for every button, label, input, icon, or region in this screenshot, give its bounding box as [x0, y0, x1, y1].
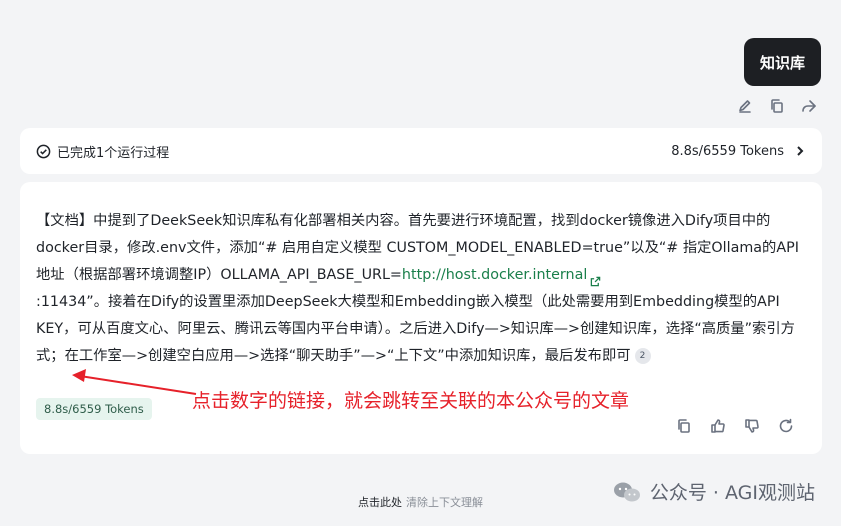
answer-actions	[674, 416, 796, 436]
check-circle-icon	[36, 144, 51, 158]
process-stats-text: 8.8s/6559 Tokens	[671, 143, 784, 159]
thumbs-down-icon[interactable]	[742, 416, 762, 436]
process-status: 已完成1个运行过程	[36, 142, 169, 161]
edit-icon[interactable]	[735, 96, 755, 116]
watermark-text: 公众号 · AGI观测站	[649, 482, 815, 504]
user-message-actions	[735, 96, 819, 116]
answer-text: 【文档】中提到了DeekSeek知识库私有化部署相关内容。首先要进行环境配置，找…	[36, 208, 810, 370]
clear-context-hint: 清除上下文理解	[406, 496, 483, 509]
refresh-icon[interactable]	[776, 416, 796, 436]
wechat-icon	[613, 482, 640, 501]
answer-card: 【文档】中提到了DeekSeek知识库私有化部署相关内容。首先要进行环境配置，找…	[20, 182, 822, 454]
answer-link[interactable]: http://host.docker.internal	[402, 267, 587, 283]
copy-icon[interactable]	[767, 96, 787, 116]
run-process-bar[interactable]: 已完成1个运行过程 8.8s/6559 Tokens	[20, 128, 822, 174]
process-stats: 8.8s/6559 Tokens	[671, 144, 806, 159]
answer-text-part2: :11434”。接着在Dify的设置里添加DeepSeek大模型和Embeddi…	[36, 294, 795, 364]
chevron-right-icon	[797, 146, 804, 156]
annotation-text: 点击数字的链接，就会跳转至关联的本公众号的文章	[192, 390, 630, 412]
thumbs-up-icon[interactable]	[708, 416, 728, 436]
clear-context-link[interactable]: 点击此处	[358, 496, 402, 509]
user-message-bubble: 知识库	[743, 38, 821, 86]
citation-badge[interactable]: 2	[634, 348, 651, 364]
watermark: 公众号 · AGI观测站	[612, 478, 815, 505]
token-usage-pill: 8.8s/6559 Tokens	[36, 398, 152, 420]
copy-icon[interactable]	[674, 416, 694, 436]
external-link-icon[interactable]	[590, 270, 601, 286]
process-status-text: 已完成1个运行过程	[57, 145, 170, 161]
share-icon[interactable]	[799, 96, 819, 116]
